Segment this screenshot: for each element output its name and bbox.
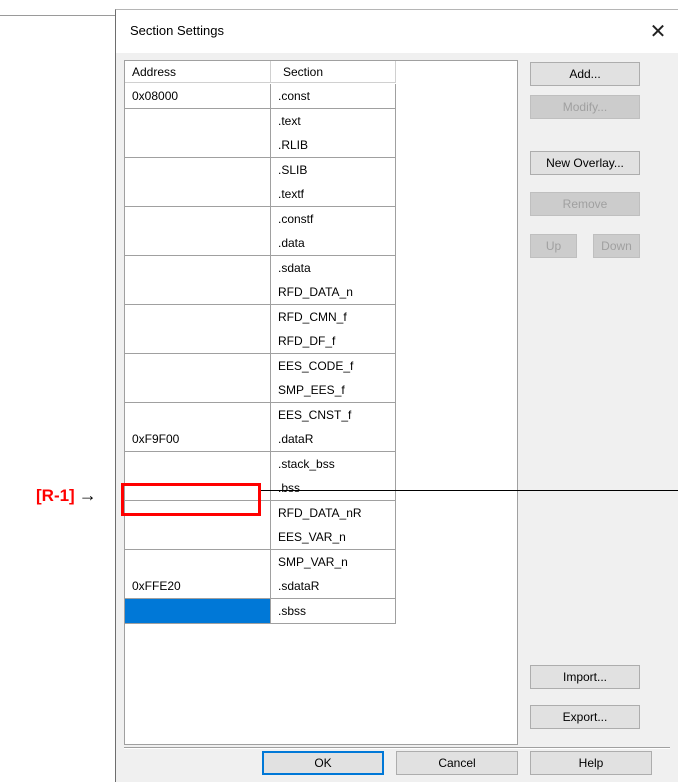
table-row[interactable]: RFD_DATA_n <box>125 280 517 305</box>
separator <box>124 747 670 749</box>
address-cell[interactable] <box>125 231 271 256</box>
callout-text: [R-1] <box>36 486 75 505</box>
address-cell[interactable] <box>125 108 271 134</box>
up-button[interactable]: Up <box>530 234 577 258</box>
address-cell[interactable] <box>125 353 271 379</box>
table-row[interactable]: 0xFFE20 .sdataR <box>125 574 517 599</box>
table-row[interactable]: RFD_CMN_f <box>125 304 517 330</box>
section-cell[interactable]: .SLIB <box>271 157 396 183</box>
section-cell[interactable]: .constf <box>271 206 396 232</box>
section-cell[interactable]: .RLIB <box>271 133 396 158</box>
import-button[interactable]: Import... <box>530 665 640 689</box>
table-row[interactable]: .SLIB <box>125 157 517 183</box>
table-rows: 0x08000 .const .text .RLIB .SLIB .textf .const… <box>125 84 517 624</box>
callout-arrow-icon: → <box>78 485 97 505</box>
new-overlay-button[interactable]: New Overlay... <box>530 151 640 175</box>
address-cell[interactable]: 0xFFE20 <box>125 574 271 599</box>
section-cell[interactable]: .data <box>271 231 396 256</box>
table-row[interactable]: SMP_EES_f <box>125 378 517 403</box>
ok-button[interactable]: OK <box>262 751 384 775</box>
address-cell[interactable]: 0xF9F00 <box>125 427 271 452</box>
callout-label: [R-1] → <box>36 484 116 506</box>
title-bar: Section Settings ✕ <box>116 10 678 53</box>
cancel-button[interactable]: Cancel <box>396 751 518 775</box>
connector-line <box>261 490 678 491</box>
address-cell[interactable] <box>125 500 271 526</box>
section-cell[interactable]: .const <box>271 84 396 109</box>
section-cell[interactable]: SMP_EES_f <box>271 378 396 403</box>
table-row[interactable]: 0x08000 .const <box>125 84 517 109</box>
address-cell[interactable] <box>125 402 271 428</box>
section-cell[interactable]: .sdataR <box>271 574 396 599</box>
table-row[interactable]: .text <box>125 108 517 134</box>
table-row[interactable]: EES_VAR_n <box>125 525 517 550</box>
section-cell[interactable]: .sdata <box>271 255 396 281</box>
background-line <box>0 15 115 16</box>
section-table[interactable]: Address Section 0x08000 .const .text .RLIB.… <box>124 60 518 745</box>
section-cell[interactable]: SMP_VAR_n <box>271 549 396 575</box>
close-button[interactable]: ✕ <box>643 18 673 44</box>
table-row[interactable]: RFD_DATA_nR <box>125 500 517 526</box>
table-row[interactable]: .sbss <box>125 598 517 624</box>
section-cell[interactable]: RFD_CMN_f <box>271 304 396 330</box>
section-cell[interactable]: .bss <box>271 476 396 501</box>
section-cell[interactable]: RFD_DATA_nR <box>271 500 396 526</box>
address-cell[interactable]: 0x08000 <box>125 84 271 109</box>
section-cell[interactable]: .textf <box>271 182 396 207</box>
down-button[interactable]: Down <box>593 234 640 258</box>
address-cell[interactable] <box>125 329 271 354</box>
address-cell[interactable] <box>125 451 271 477</box>
table-row[interactable]: .RLIB <box>125 133 517 158</box>
export-button[interactable]: Export... <box>530 705 640 729</box>
section-cell[interactable]: EES_VAR_n <box>271 525 396 550</box>
section-cell[interactable]: .stack_bss <box>271 451 396 477</box>
section-column-header[interactable]: Section <box>271 61 396 83</box>
address-cell[interactable] <box>125 598 271 624</box>
address-cell[interactable] <box>125 157 271 183</box>
address-cell[interactable] <box>125 255 271 281</box>
remove-button[interactable]: Remove <box>530 192 640 216</box>
table-row[interactable]: .sdata <box>125 255 517 281</box>
add-button[interactable]: Add... <box>530 62 640 86</box>
address-cell[interactable] <box>125 525 271 550</box>
table-row[interactable]: .constf <box>125 206 517 232</box>
table-row[interactable]: SMP_VAR_n <box>125 549 517 575</box>
section-settings-dialog: Section Settings ✕ Address Section 0x080… <box>115 9 678 782</box>
address-cell[interactable] <box>125 133 271 158</box>
section-cell[interactable]: .text <box>271 108 396 134</box>
address-cell[interactable] <box>125 476 271 501</box>
help-button[interactable]: Help <box>530 751 652 775</box>
address-cell[interactable] <box>125 182 271 207</box>
section-cell[interactable]: .dataR <box>271 427 396 452</box>
address-cell[interactable] <box>125 206 271 232</box>
section-cell[interactable]: EES_CNST_f <box>271 402 396 428</box>
table-row[interactable]: .textf <box>125 182 517 207</box>
table-row[interactable]: EES_CNST_f <box>125 402 517 428</box>
table-row[interactable]: 0xF9F00 .dataR <box>125 427 517 452</box>
section-cell[interactable]: .sbss <box>271 598 396 624</box>
table-row[interactable]: RFD_DF_f <box>125 329 517 354</box>
table-row[interactable]: EES_CODE_f <box>125 353 517 379</box>
table-row[interactable]: .bss <box>125 476 517 501</box>
table-header: Address Section <box>125 61 517 84</box>
section-cell[interactable]: RFD_DATA_n <box>271 280 396 305</box>
address-cell[interactable] <box>125 304 271 330</box>
address-cell[interactable] <box>125 549 271 575</box>
address-cell[interactable] <box>125 378 271 403</box>
section-cell[interactable]: EES_CODE_f <box>271 353 396 379</box>
dialog-title: Section Settings <box>130 23 224 38</box>
address-cell[interactable] <box>125 280 271 305</box>
section-cell[interactable]: RFD_DF_f <box>271 329 396 354</box>
close-icon: ✕ <box>649 19 667 43</box>
modify-button[interactable]: Modify... <box>530 95 640 119</box>
table-row[interactable]: .data <box>125 231 517 256</box>
address-column-header[interactable]: Address <box>125 61 271 83</box>
table-row[interactable]: .stack_bss <box>125 451 517 477</box>
